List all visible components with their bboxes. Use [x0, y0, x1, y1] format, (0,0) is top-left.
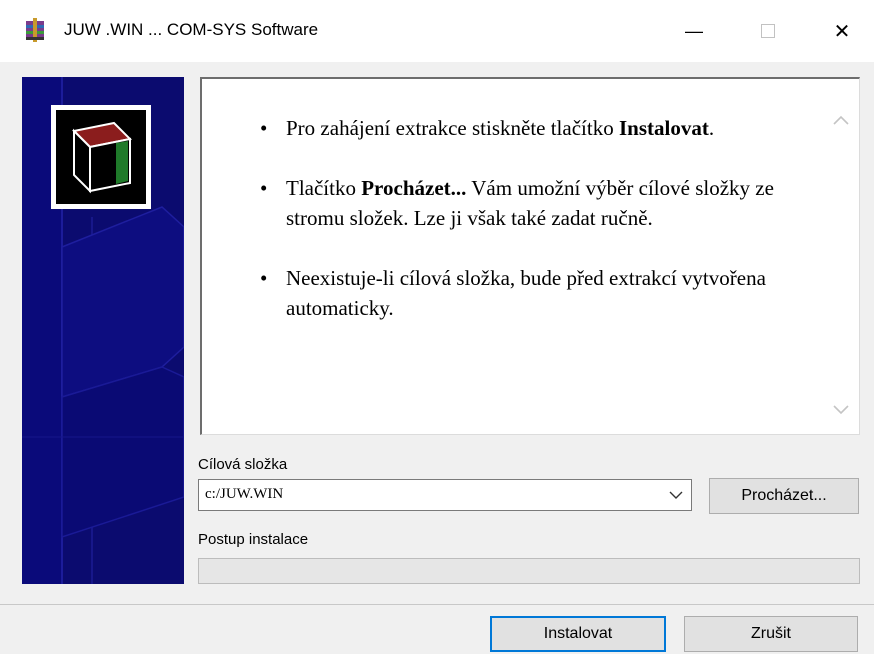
close-button[interactable]: ✕ [812, 10, 872, 52]
title-bar: JUW .WIN ... COM-SYS Software — ✕ [0, 0, 874, 62]
close-icon: ✕ [833, 20, 851, 43]
chevron-down-icon[interactable] [669, 490, 683, 500]
logo-frame [51, 105, 151, 209]
minimize-button[interactable]: — [664, 10, 724, 52]
browse-button[interactable]: Procházet... [709, 478, 859, 514]
progress-label: Postup instalace [198, 531, 309, 548]
chevron-up-icon[interactable] [831, 111, 851, 131]
chevron-down-icon[interactable] [831, 399, 851, 419]
box-icon [71, 121, 133, 194]
install-button[interactable]: Instalovat [490, 616, 666, 652]
window-title: JUW .WIN ... COM-SYS Software [64, 20, 319, 39]
instructions-panel: Pro zahájení extrakce stiskněte tlačítko… [200, 77, 860, 435]
instruction-item: Pro zahájení extrakce stiskněte tlačítko… [256, 113, 816, 143]
target-folder-value[interactable]: c:/JUW.WIN [205, 486, 283, 503]
maximize-button [738, 10, 798, 52]
maximize-icon [761, 24, 775, 38]
minimize-icon: — [685, 20, 703, 41]
dialog-body: Pro zahájení extrakce stiskněte tlačítko… [0, 62, 874, 604]
side-banner [22, 77, 184, 584]
button-bar: Instalovat Zrušit [0, 604, 874, 654]
instruction-item: Tlačítko Procházet... Vám umožní výběr c… [256, 173, 816, 233]
target-folder-label: Cílová složka [198, 456, 288, 473]
logo [56, 110, 146, 204]
target-folder-combobox[interactable]: c:/JUW.WIN [198, 479, 692, 511]
instruction-item: Neexistuje-li cílová složka, bude před e… [256, 263, 816, 323]
archive-icon [26, 18, 44, 42]
install-progress-bar [198, 558, 860, 584]
cancel-button[interactable]: Zrušit [684, 616, 858, 652]
instructions-list: Pro zahájení extrakce stiskněte tlačítko… [256, 113, 816, 353]
